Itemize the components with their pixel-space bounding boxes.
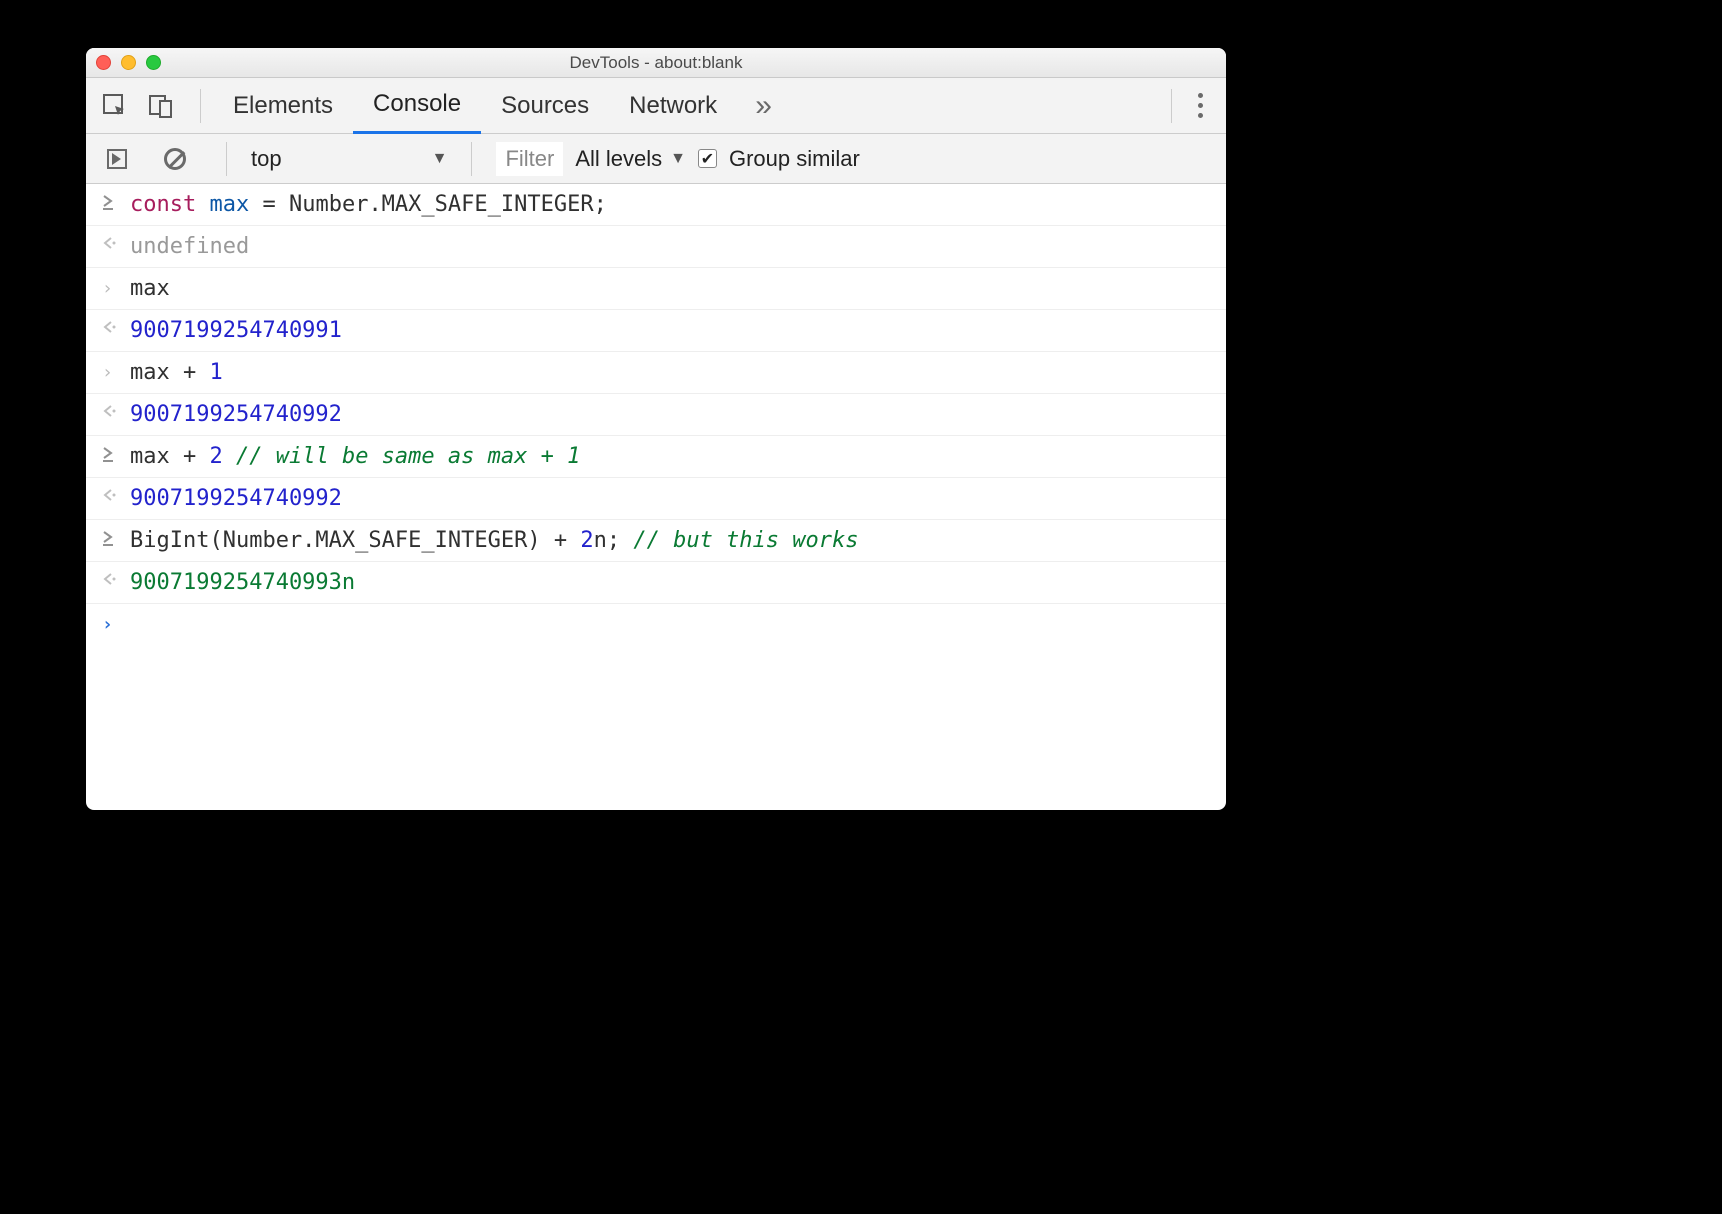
more-tabs-button[interactable]: » [737,89,790,123]
console-sidebar-toggle-icon[interactable] [98,140,136,178]
level-selector[interactable]: All levels ▼ [575,146,686,172]
input-chevron-icon [102,528,116,546]
console-text: const max = Number.MAX_SAFE_INTEGER; [130,192,607,217]
tab-network[interactable]: Network [609,78,737,134]
console-text: 9007199254740992 [130,486,342,511]
tab-elements[interactable]: Elements [213,78,353,134]
console-text: 9007199254740992 [130,402,342,427]
console-row[interactable]: 9007199254740992 [86,394,1226,436]
console-row[interactable]: 9007199254740992 [86,478,1226,520]
separator [1171,89,1172,123]
group-similar-label: Group similar [729,146,860,172]
console-row[interactable]: undefined [86,226,1226,268]
device-toggle-icon[interactable] [142,87,180,125]
console-text: BigInt(Number.MAX_SAFE_INTEGER) + 2n; //… [130,528,859,553]
console-text: max + 1 [130,360,223,385]
console-text: 9007199254740993n [130,570,355,595]
separator [200,89,201,123]
output-chevron-icon [102,234,116,250]
console-row[interactable]: const max = Number.MAX_SAFE_INTEGER; [86,184,1226,226]
console-row[interactable]: › max [86,268,1226,310]
prompt-chevron-icon: › [102,612,116,635]
console-output[interactable]: const max = Number.MAX_SAFE_INTEGER;unde… [86,184,1226,643]
separator [226,142,227,176]
console-text: 9007199254740991 [130,318,342,343]
input-chevron-icon [102,192,116,210]
chevron-down-icon: ▼ [432,150,448,168]
output-chevron-icon [102,486,116,502]
separator [471,142,472,176]
tab-label: Elements [233,92,333,120]
console-row[interactable]: BigInt(Number.MAX_SAFE_INTEGER) + 2n; //… [86,520,1226,562]
output-chevron-icon [102,402,116,418]
titlebar[interactable]: DevTools - about:blank [86,48,1226,78]
clear-console-icon[interactable] [156,140,194,178]
devtools-window: DevTools - about:blank Elements Console … [86,48,1226,810]
group-similar-checkbox[interactable]: ✔ [698,149,717,168]
output-chevron-icon [102,318,116,334]
tab-label: Console [373,90,461,118]
tab-label: Sources [501,92,589,120]
settings-menu-button[interactable] [1184,93,1216,118]
tab-sources[interactable]: Sources [481,78,609,134]
input-chevron-icon: › [102,276,116,299]
console-row[interactable]: 9007199254740991 [86,310,1226,352]
console-prompt[interactable]: › [86,604,1226,643]
console-text: max + 2 // will be same as max + 1 [130,444,580,469]
window-title: DevTools - about:blank [86,53,1226,73]
tab-console[interactable]: Console [353,78,481,134]
console-text: undefined [130,234,249,259]
context-selector[interactable]: top ▼ [251,146,447,172]
console-row[interactable]: › max + 1 [86,352,1226,394]
console-row[interactable]: max + 2 // will be same as max + 1 [86,436,1226,478]
output-chevron-icon [102,570,116,586]
context-label: top [251,146,282,172]
console-text: max [130,276,170,301]
input-chevron-icon: › [102,360,116,383]
levels-label: All levels [575,146,662,172]
inspect-element-icon[interactable] [96,87,134,125]
tab-label: Network [629,92,717,120]
filter-input[interactable]: Filter [496,142,563,176]
main-toolbar: Elements Console Sources Network » [86,78,1226,134]
console-row[interactable]: 9007199254740993n [86,562,1226,604]
chevron-down-icon: ▼ [670,150,686,168]
console-filter-bar: top ▼ Filter All levels ▼ ✔ Group simila… [86,134,1226,184]
input-chevron-icon [102,444,116,462]
